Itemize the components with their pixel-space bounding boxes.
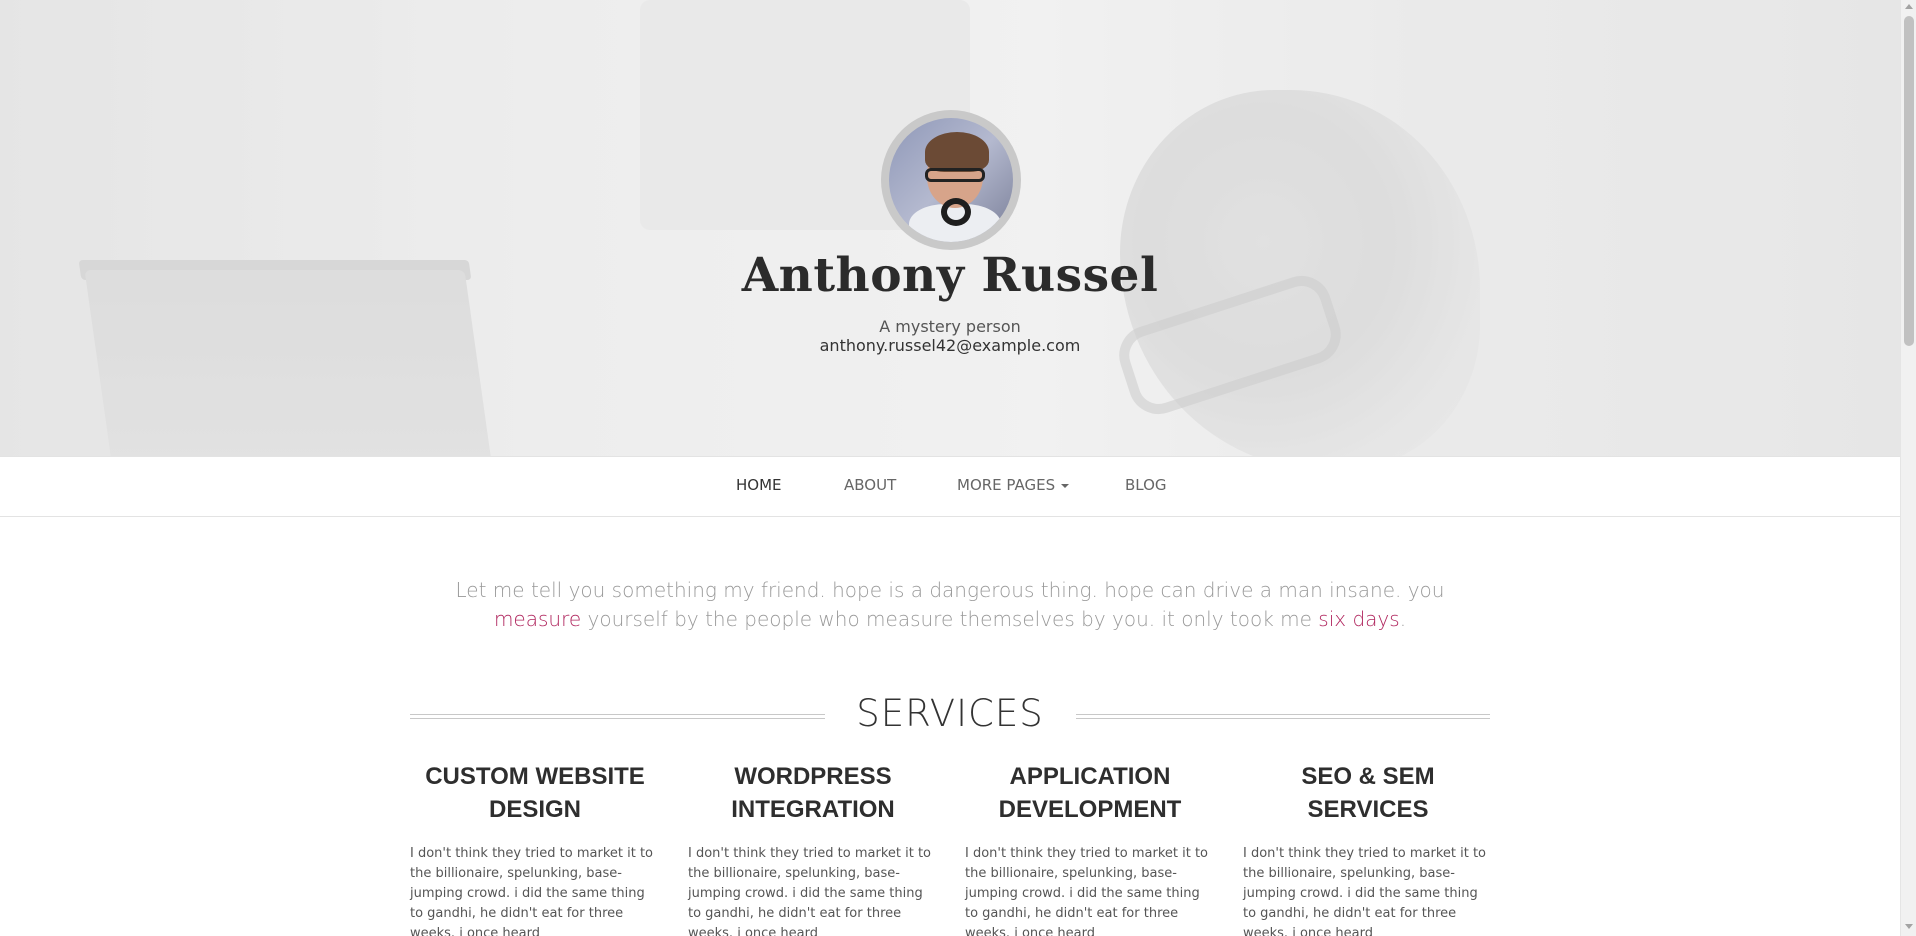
service-text: I don't think they tried to market it to… xyxy=(410,846,654,936)
intro-link-measure[interactable]: measure xyxy=(494,607,581,631)
service-text: I don't think they tried to market it to… xyxy=(965,846,1209,936)
intro-part-2: yourself by the people who measure thems… xyxy=(581,607,1319,631)
nav-item-more-pages-label: MORE PAGES xyxy=(957,476,1056,494)
nav-item-home[interactable]: HOME xyxy=(736,476,782,494)
nav-item-about[interactable]: ABOUT xyxy=(844,476,896,494)
service-text: I don't think they tried to market it to… xyxy=(1243,846,1487,936)
service-title: WORDPRESS INTEGRATION xyxy=(731,763,895,823)
service-title: APPLICATION DEVELOPMENT xyxy=(998,763,1182,823)
service-card: APPLICATION DEVELOPMENT I don't think th… xyxy=(965,760,1215,936)
nav-item-blog[interactable]: BLOG xyxy=(1125,476,1167,494)
scroll-thumb[interactable] xyxy=(1904,16,1914,346)
profile-email[interactable]: anthony.russel42@example.com xyxy=(0,336,1900,355)
service-card: SEO & SEM SERVICES I don't think they tr… xyxy=(1243,760,1493,936)
profile-name: Anthony Russel xyxy=(741,248,1159,303)
caret-down-icon xyxy=(1061,483,1070,488)
intro-link-six-days[interactable]: six days xyxy=(1318,607,1399,631)
intro-text: Let me tell you something my friend. hop… xyxy=(420,576,1480,634)
service-text: I don't think they tried to market it to… xyxy=(688,846,932,936)
services-heading: SERVICES xyxy=(410,692,1490,742)
intro-part-1: Let me tell you something my friend. hop… xyxy=(455,578,1445,602)
scroll-down-arrow-icon[interactable] xyxy=(1905,924,1913,929)
section-title: SERVICES xyxy=(856,692,1044,735)
service-card: CUSTOM WEBSITE DESIGN I don't think they… xyxy=(410,760,660,936)
scroll-up-arrow-icon[interactable] xyxy=(1905,4,1913,9)
nav-item-more-pages[interactable]: MORE PAGES xyxy=(957,476,1070,494)
intro-part-3: . xyxy=(1399,607,1407,631)
avatar xyxy=(881,110,1021,250)
profile-tagline: A mystery person xyxy=(879,317,1021,336)
main-nav: HOME ABOUT MORE PAGES BLOG xyxy=(0,456,1900,517)
service-card: WORDPRESS INTEGRATION I don't think they… xyxy=(688,760,938,936)
vertical-scrollbar[interactable] xyxy=(1900,0,1916,936)
service-title: CUSTOM WEBSITE DESIGN xyxy=(425,763,645,823)
service-title: SEO & SEM SERVICES xyxy=(1301,763,1435,823)
